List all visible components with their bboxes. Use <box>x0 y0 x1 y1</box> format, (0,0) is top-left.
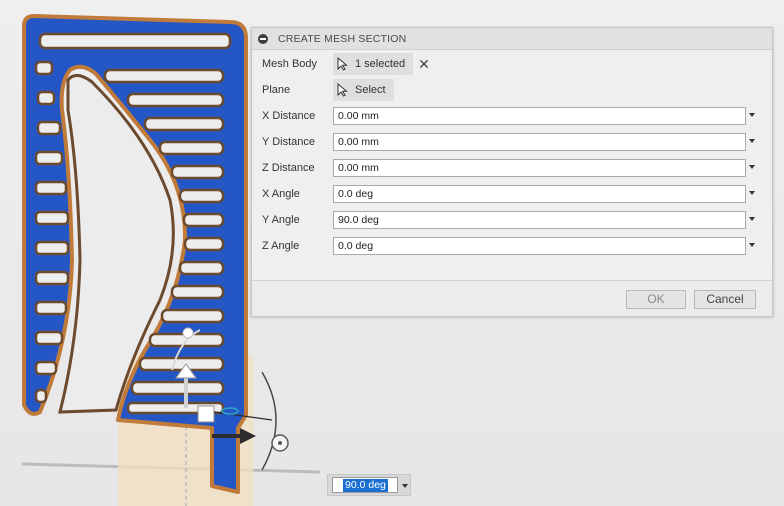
pointer-arrow-icon <box>337 83 348 97</box>
y-distance-input[interactable]: 0.00 mm <box>333 133 746 151</box>
chevron-down-icon[interactable] <box>749 243 755 247</box>
plane-value: Select <box>355 84 386 96</box>
z-angle-input[interactable]: 0.0 deg <box>333 237 746 255</box>
chevron-down-icon[interactable] <box>749 113 755 117</box>
chevron-down-icon[interactable] <box>749 139 755 143</box>
x-distance-row: X Distance 0.00 mm <box>252 105 772 127</box>
mesh-body-value: 1 selected <box>355 58 406 70</box>
x-angle-row: X Angle 0.0 deg <box>252 183 772 205</box>
chevron-down-icon[interactable] <box>749 191 755 195</box>
ok-button[interactable]: OK <box>626 290 686 309</box>
x-angle-input[interactable]: 0.0 deg <box>333 185 746 203</box>
y-distance-label: Y Distance <box>262 136 315 148</box>
dialog-header[interactable]: CREATE MESH SECTION <box>252 28 772 50</box>
plane-row: Plane Select <box>252 79 772 101</box>
chevron-down-icon[interactable] <box>749 217 755 221</box>
chevron-down-icon[interactable] <box>749 165 755 169</box>
z-distance-row: Z Distance 0.00 mm <box>252 157 772 179</box>
mesh-body-selection-button[interactable]: 1 selected <box>333 53 414 75</box>
chevron-down-icon[interactable] <box>402 484 408 488</box>
pointer-arrow-icon <box>337 57 348 71</box>
y-distance-row: Y Distance 0.00 mm <box>252 131 772 153</box>
mesh-body-label: Mesh Body <box>262 58 318 70</box>
dialog-footer: OK Cancel <box>252 280 772 316</box>
mesh-body-row: Mesh Body 1 selected ✕ <box>252 53 772 75</box>
x-distance-label: X Distance <box>262 110 316 122</box>
z-distance-label: Z Distance <box>262 162 315 174</box>
x-angle-label: X Angle <box>262 188 300 200</box>
floating-angle-value: 90.0 deg <box>343 479 388 492</box>
z-angle-row: Z Angle 0.0 deg <box>252 235 772 257</box>
x-distance-input[interactable]: 0.00 mm <box>333 107 746 125</box>
y-angle-input[interactable]: 90.0 deg <box>333 211 746 229</box>
minus-circle-icon[interactable] <box>258 33 268 44</box>
center-cube-handle <box>197 405 215 423</box>
floating-angle-input: 90.0 deg <box>327 474 411 496</box>
z-distance-input[interactable]: 0.00 mm <box>333 159 746 177</box>
floating-angle-field[interactable]: 90.0 deg <box>332 477 398 493</box>
x-icon[interactable]: ✕ <box>417 57 431 71</box>
y-angle-row: Y Angle 90.0 deg <box>252 209 772 231</box>
y-angle-label: Y Angle <box>262 214 300 226</box>
z-angle-label: Z Angle <box>262 240 300 252</box>
cancel-button[interactable]: Cancel <box>694 290 756 309</box>
plane-label: Plane <box>262 84 291 96</box>
plane-selection-button[interactable]: Select <box>333 79 394 101</box>
create-mesh-section-dialog: CREATE MESH SECTION Mesh Body 1 selected… <box>251 27 773 316</box>
dialog-title: CREATE MESH SECTION <box>278 32 407 45</box>
